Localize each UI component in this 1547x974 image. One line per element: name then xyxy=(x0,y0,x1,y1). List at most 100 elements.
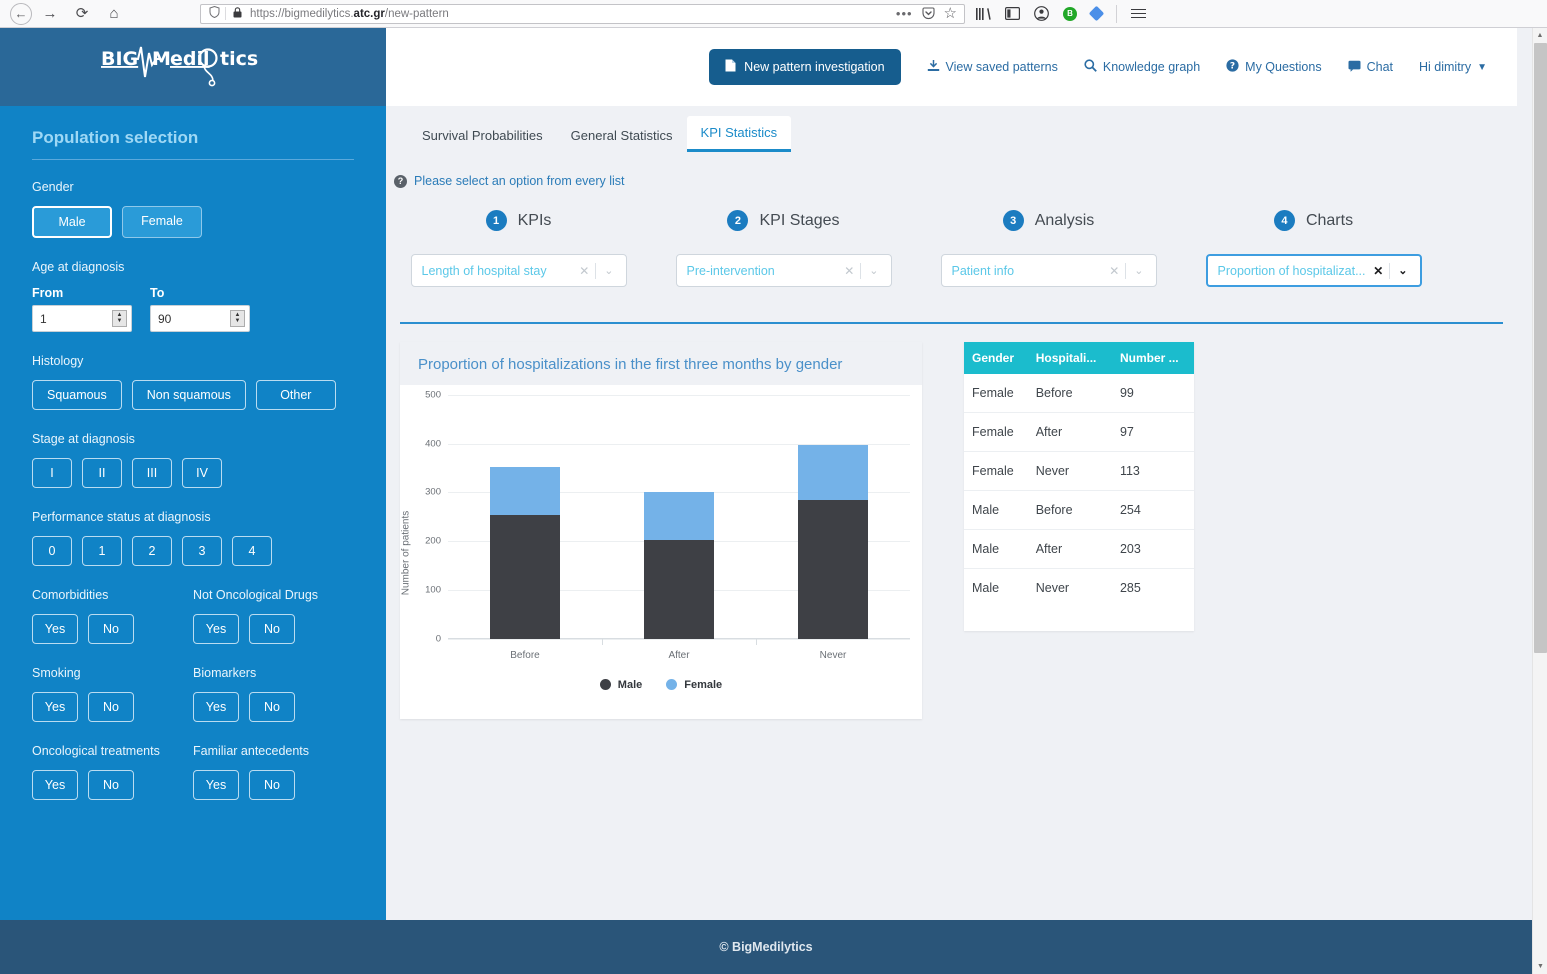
kpis-select[interactable]: Length of hospital stay ✕ ⌄ xyxy=(410,254,627,287)
table-row[interactable]: Male Never 285 xyxy=(964,569,1194,608)
performance-0-button[interactable]: 0 xyxy=(32,536,72,566)
back-icon[interactable]: ← xyxy=(10,2,32,25)
table-row[interactable]: Male After 203 xyxy=(964,529,1194,569)
gender-male-button[interactable]: Male xyxy=(32,206,112,238)
chart-bar-group[interactable]: After xyxy=(644,395,714,661)
new-pattern-investigation-button[interactable]: New pattern investigation xyxy=(709,49,901,85)
stage-i-button[interactable]: I xyxy=(32,458,72,488)
app-logo[interactable]: BIG M edil tics xyxy=(100,37,300,97)
chart-bar-segment-male[interactable] xyxy=(644,539,714,639)
knowledge-graph-link[interactable]: Knowledge graph xyxy=(1084,59,1200,75)
tab-general-statistics[interactable]: General Statistics xyxy=(557,119,687,152)
reload-icon[interactable]: ⟳ xyxy=(68,0,96,28)
home-icon[interactable]: ⌂ xyxy=(100,0,128,28)
age-from-stepper[interactable]: ▲ ▼ xyxy=(112,310,127,327)
column-header-hospitalization[interactable]: Hospitali... xyxy=(1027,342,1112,374)
histology-non-squamous-button[interactable]: Non squamous xyxy=(131,380,246,410)
oncological-treatments-yes-button[interactable]: Yes xyxy=(32,770,78,800)
biomarkers-no-button[interactable]: No xyxy=(249,692,295,722)
clear-icon[interactable]: ✕ xyxy=(838,264,860,278)
chart-bar-segment-female[interactable] xyxy=(490,466,560,515)
column-header-gender[interactable]: Gender xyxy=(964,342,1028,374)
table-row[interactable]: Female Before 99 xyxy=(964,374,1194,413)
histology-other-button[interactable]: Other xyxy=(255,380,336,410)
oncological-treatments-label: Oncological treatments xyxy=(32,744,160,758)
menu-icon[interactable] xyxy=(1131,8,1146,19)
chevron-down-icon[interactable]: ⌄ xyxy=(1390,264,1411,277)
shield-icon[interactable] xyxy=(205,5,223,21)
account-icon[interactable] xyxy=(1034,6,1049,21)
stage-iv-button[interactable]: IV xyxy=(182,458,222,488)
clear-icon[interactable]: ✕ xyxy=(1103,264,1125,278)
legend-item-female[interactable]: Female xyxy=(666,679,722,691)
chevron-down-icon[interactable]: ⌄ xyxy=(1126,264,1147,277)
table-row[interactable]: Female Never 113 xyxy=(964,451,1194,491)
forward-icon[interactable]: → xyxy=(36,0,64,28)
chevron-down-icon[interactable]: ⌄ xyxy=(861,264,882,277)
not-oncological-drugs-no-button[interactable]: No xyxy=(249,614,295,644)
familiar-antecedents-yes-button[interactable]: Yes xyxy=(193,770,239,800)
chart-bar-group[interactable]: Before xyxy=(490,395,560,661)
pocket-icon[interactable] xyxy=(921,7,935,20)
lock-icon[interactable] xyxy=(228,6,246,21)
results-table: Gender Hospitali... Number ... Female Bef… xyxy=(964,342,1194,607)
legend-item-male[interactable]: Male xyxy=(599,679,642,691)
tab-survival-probabilities[interactable]: Survival Probabilities xyxy=(408,119,557,152)
scrollbar-thumb[interactable] xyxy=(1534,43,1547,653)
page-scrollbar[interactable]: ▲ ▼ xyxy=(1532,28,1547,974)
age-from-col: From 1 ▲ ▼ xyxy=(32,286,132,332)
view-saved-patterns-link[interactable]: View saved patterns xyxy=(927,59,1058,75)
my-questions-link[interactable]: ? My Questions xyxy=(1226,59,1322,75)
histology-squamous-button[interactable]: Squamous xyxy=(32,380,122,410)
analysis-select[interactable]: Patient info ✕ ⌄ xyxy=(940,254,1157,287)
bookmark-star-icon[interactable]: ☆ xyxy=(944,6,957,21)
age-from-input[interactable]: 1 ▲ ▼ xyxy=(32,305,132,332)
oncological-treatments-no-button[interactable]: No xyxy=(88,770,134,800)
comorbidities-yes-button[interactable]: Yes xyxy=(32,614,78,644)
scroll-up-icon[interactable]: ▲ xyxy=(1533,28,1547,43)
performance-1-button[interactable]: 1 xyxy=(82,536,122,566)
search-icon xyxy=(1084,59,1097,75)
comorbidities-no-button[interactable]: No xyxy=(88,614,134,644)
table-cell-number: 113 xyxy=(1111,451,1194,491)
page-actions-icon[interactable]: ••• xyxy=(896,7,913,20)
kpi-stages-select[interactable]: Pre-intervention ✕ ⌄ xyxy=(675,254,892,287)
chart-bar-segment-female[interactable] xyxy=(644,492,714,540)
age-to-input[interactable]: 90 ▲ ▼ xyxy=(150,305,250,332)
extension-badge-icon[interactable]: B xyxy=(1063,6,1077,21)
familiar-antecedents-no-button[interactable]: No xyxy=(249,770,295,800)
step-kpis-title: KPIs xyxy=(517,211,552,229)
charts-select[interactable]: Proportion of hospitalizat... ✕ ⌄ xyxy=(1205,254,1422,287)
table-row[interactable]: Female After 97 xyxy=(964,412,1194,452)
chevron-down-icon[interactable]: ⌄ xyxy=(596,264,617,277)
chart-bar-segment-female[interactable] xyxy=(798,444,868,500)
sidebar-toggle-icon[interactable] xyxy=(1005,7,1020,20)
chart-bar-group[interactable]: Never xyxy=(798,395,868,661)
library-icon[interactable] xyxy=(975,7,991,21)
performance-2-button[interactable]: 2 xyxy=(132,536,172,566)
biomarkers-yes-button[interactable]: Yes xyxy=(193,692,239,722)
performance-4-button[interactable]: 4 xyxy=(232,536,272,566)
extension-diamond-icon[interactable] xyxy=(1088,5,1105,22)
stage-iii-button[interactable]: III xyxy=(132,458,172,488)
age-to-stepper[interactable]: ▲ ▼ xyxy=(230,310,245,327)
user-menu[interactable]: Hi dimitry ▼ xyxy=(1419,60,1487,74)
chart-bar-segment-male[interactable] xyxy=(798,499,868,639)
scroll-down-icon[interactable]: ▼ xyxy=(1533,959,1547,974)
chart-bar-segment-male[interactable] xyxy=(490,514,560,639)
chat-link[interactable]: Chat xyxy=(1348,60,1393,75)
gender-female-button[interactable]: Female xyxy=(122,206,202,238)
column-header-number[interactable]: Number ... xyxy=(1111,342,1194,374)
table-row[interactable]: Male Before 254 xyxy=(964,490,1194,530)
smoking-yes-button[interactable]: Yes xyxy=(32,692,78,722)
address-bar[interactable]: https://bigmedilytics.atc.gr/new-pattern… xyxy=(200,3,965,24)
filter-group-performance: Performance status at diagnosis 0 1 2 3 … xyxy=(32,510,354,566)
clear-icon[interactable]: ✕ xyxy=(1367,264,1389,278)
stage-ii-button[interactable]: II xyxy=(82,458,122,488)
performance-3-button[interactable]: 3 xyxy=(182,536,222,566)
table-head: Gender Hospitali... Number ... xyxy=(964,342,1194,374)
clear-icon[interactable]: ✕ xyxy=(573,264,595,278)
smoking-no-button[interactable]: No xyxy=(88,692,134,722)
tab-kpi-statistics[interactable]: KPI Statistics xyxy=(686,116,792,152)
not-oncological-drugs-yes-button[interactable]: Yes xyxy=(193,614,239,644)
